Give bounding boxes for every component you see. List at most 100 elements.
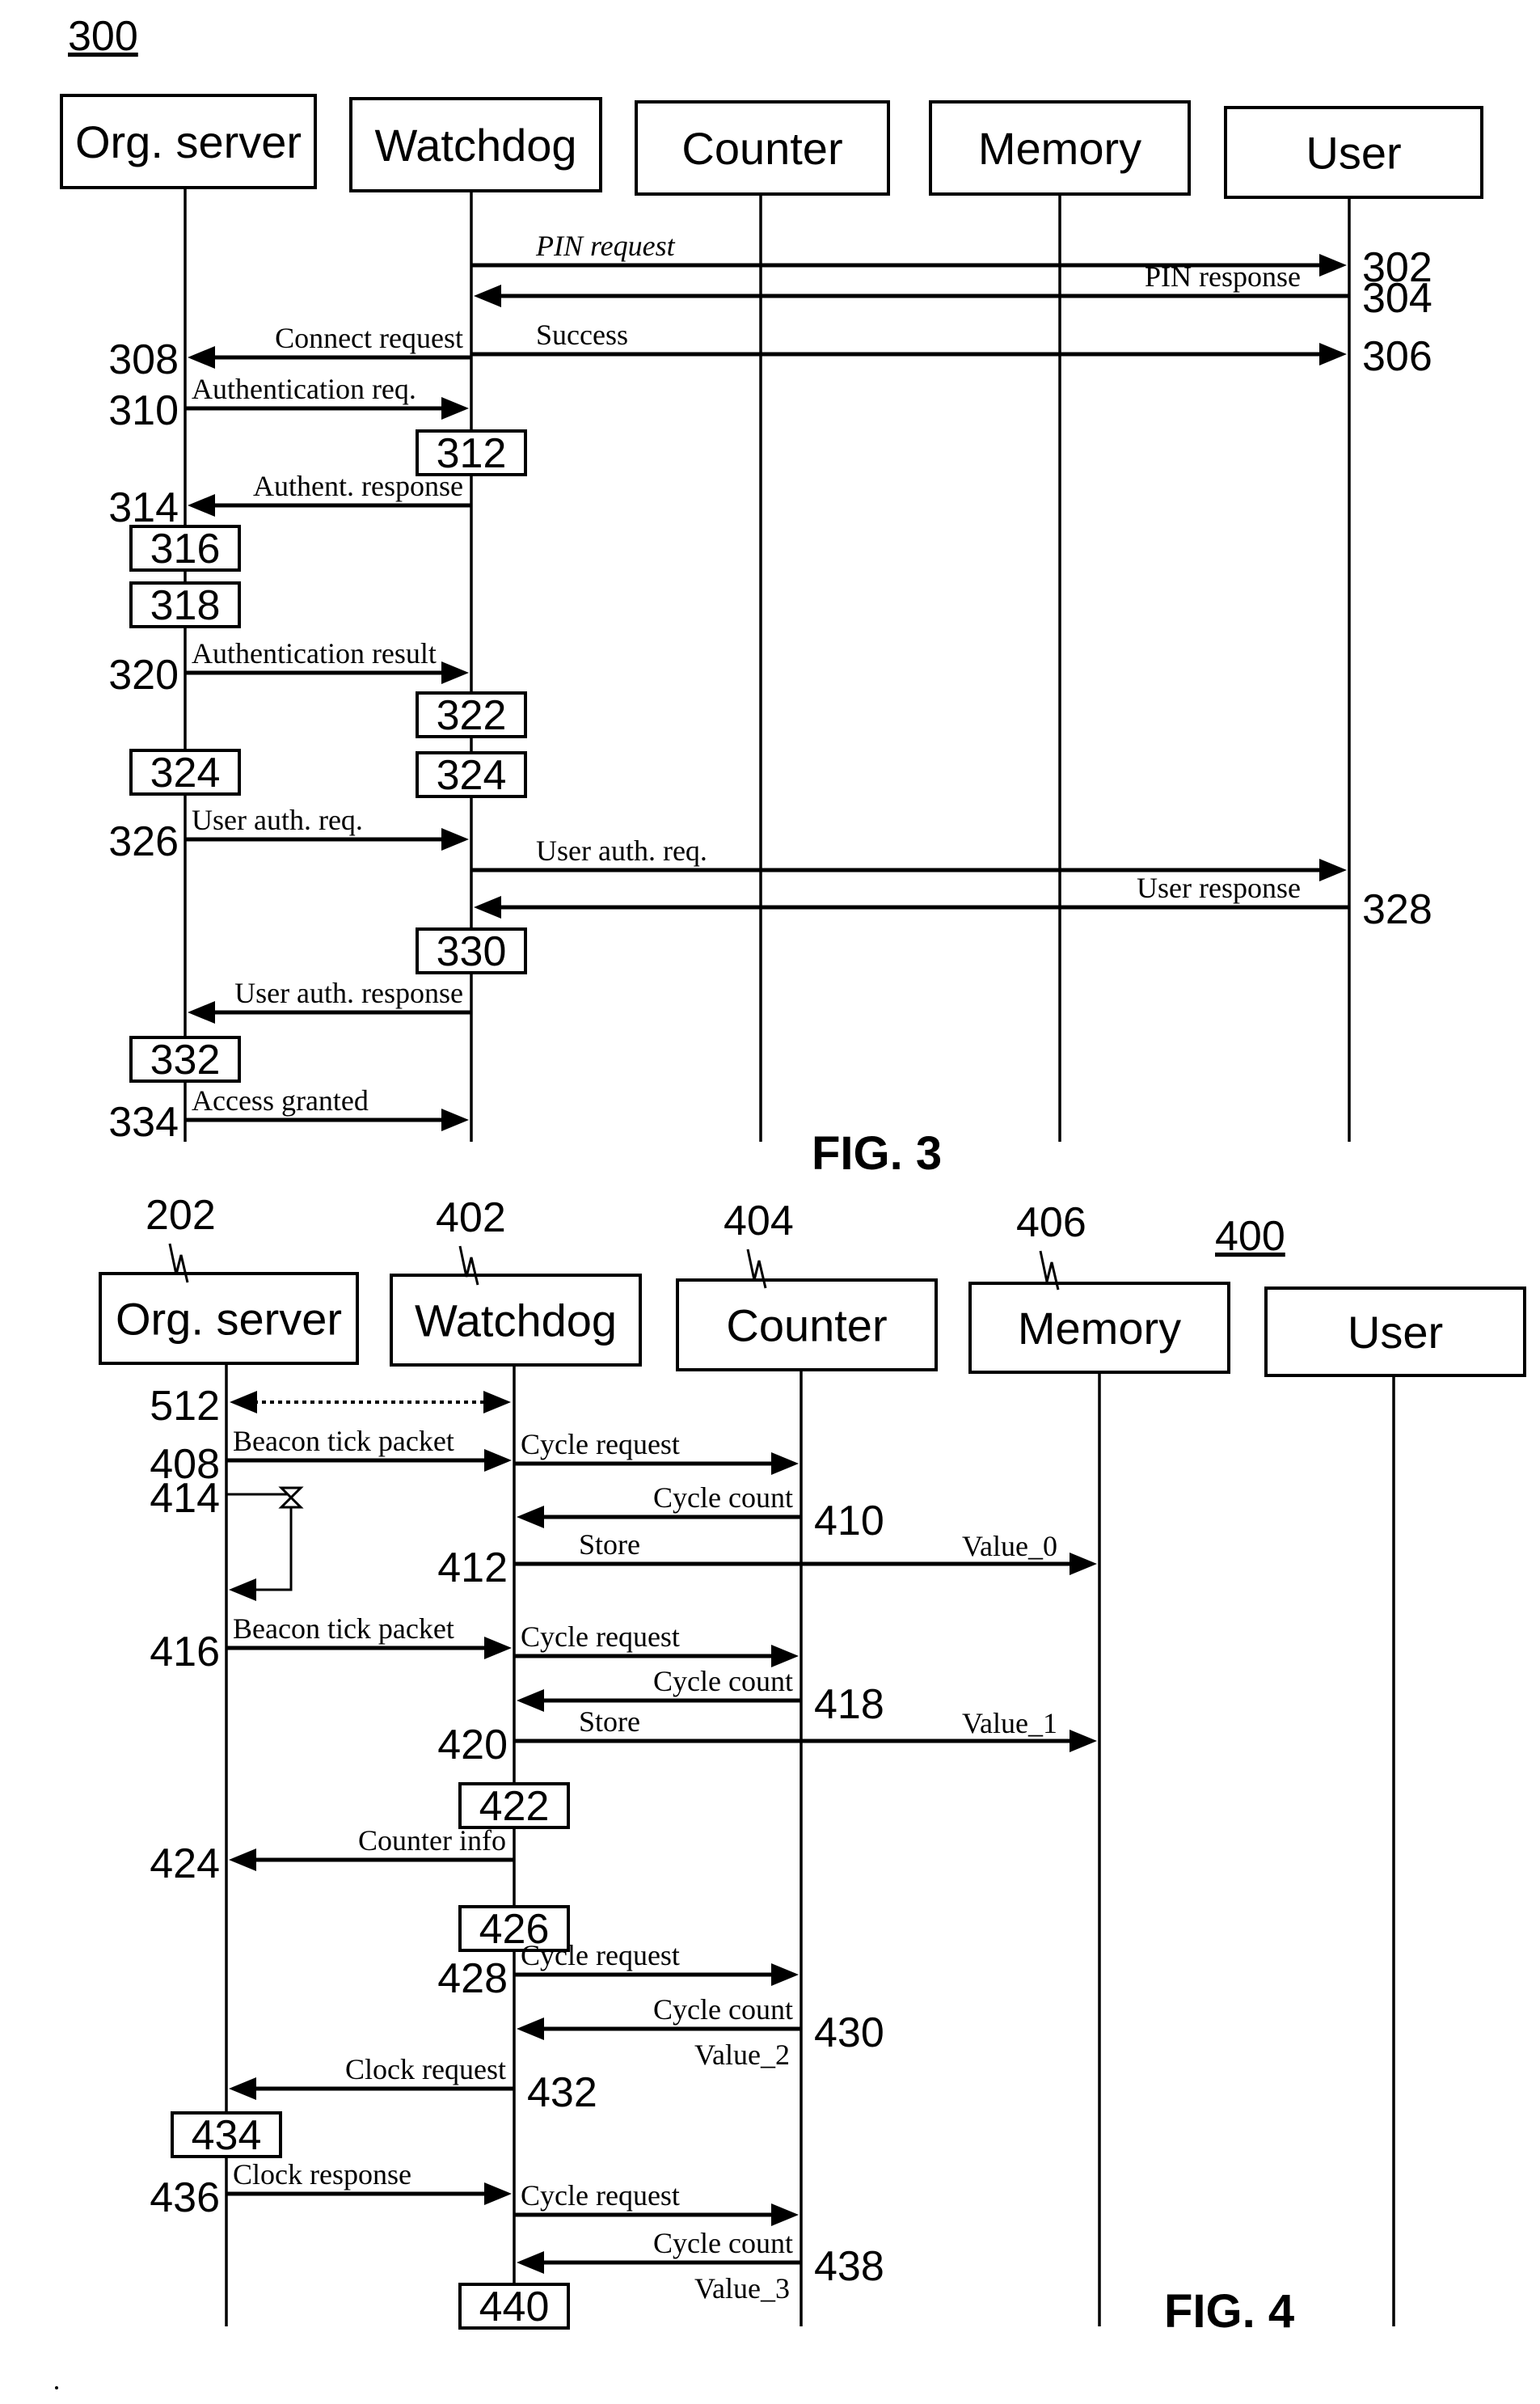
process-number: 322 — [437, 692, 507, 739]
arrowhead-left-icon — [229, 1848, 256, 1871]
arrowhead-right-icon — [771, 1645, 799, 1667]
step-process: 324 — [416, 751, 527, 799]
message-label: Store — [579, 1528, 640, 1561]
timer-hourglass-icon — [278, 1486, 304, 1509]
message-value-label: Value_2 — [694, 2039, 790, 2071]
process-number: 440 — [479, 2284, 550, 2330]
message-value-label: Value_0 — [962, 1530, 1057, 1562]
step-message: Store Value_0 412 — [437, 1528, 1097, 1591]
step-number: 320 — [108, 652, 179, 699]
figure-reference-number: 300 — [68, 13, 138, 60]
step-number: 304 — [1362, 275, 1432, 322]
step-process: 324 — [129, 749, 241, 796]
arrowhead-left-icon — [517, 1506, 544, 1528]
step-process: 440 — [458, 2283, 570, 2330]
step-message: Clock response 436 — [150, 2158, 512, 2221]
participant-label: Org. server — [116, 1294, 342, 1345]
participant-label: Memory — [1018, 1303, 1181, 1354]
step-message: Counter info 424 — [150, 1824, 514, 1887]
step-number: 432 — [527, 2069, 597, 2116]
step-process: 332 — [129, 1036, 241, 1084]
arrowhead-right-icon — [1319, 859, 1347, 881]
step-message: Cycle count 418 — [517, 1665, 884, 1728]
arrowhead-right-icon — [484, 1449, 512, 1472]
arrowhead-left-icon — [188, 346, 215, 369]
message-label: Store — [579, 1705, 640, 1738]
message-label: Cycle count — [653, 2227, 793, 2259]
participant-reference-number: 406 — [1016, 1199, 1086, 1246]
message-label: Connect request — [275, 322, 463, 354]
step-number: 424 — [150, 1840, 220, 1887]
arrowhead-right-icon — [484, 2182, 512, 2205]
step-number: 430 — [814, 2009, 884, 2056]
message-label: Authentication result — [192, 637, 437, 670]
message-label: Authentication req. — [192, 373, 416, 405]
step-message: Beacon tick packet 416 — [150, 1612, 512, 1675]
arrowhead-left-icon — [188, 494, 215, 517]
message-label: Clock response — [233, 2158, 411, 2191]
stray-dot — [55, 2386, 58, 2389]
process-number: 316 — [150, 526, 221, 572]
step-message: Authent. response 314 — [108, 470, 471, 531]
step-message: Store Value_1 420 — [437, 1705, 1097, 1768]
message-label: Access granted — [192, 1084, 369, 1117]
participant-label: Watchdog — [415, 1295, 617, 1346]
figure-reference-number: 400 — [1215, 1213, 1285, 1260]
message-label: Cycle request — [521, 1428, 680, 1460]
step-process: 316 — [129, 525, 241, 572]
arrowhead-right-icon — [771, 1452, 799, 1475]
arrowhead-left-icon — [188, 1001, 215, 1024]
message-value-label: Value_1 — [962, 1707, 1057, 1739]
arrowhead-left-icon — [474, 896, 501, 919]
step-number: 416 — [150, 1629, 220, 1675]
arrowhead-left-icon — [517, 1689, 544, 1712]
participant-user: User — [1264, 1286, 1526, 2326]
message-label: User response — [1137, 872, 1301, 904]
figure-3: 300 Org. server Watchdog Counter Memory User… — [60, 13, 1483, 1180]
arrowhead-left-icon — [517, 2251, 544, 2274]
message-label: Cycle count — [653, 1993, 793, 2026]
message-label: Cycle count — [653, 1665, 793, 1697]
step-process: 322 — [416, 691, 527, 739]
process-number: 330 — [437, 928, 507, 975]
step-process: 422 — [458, 1782, 570, 1830]
message-label: Success — [536, 319, 628, 351]
arrowhead-right-icon — [441, 661, 469, 684]
step-message: Clock request 432 — [229, 2053, 597, 2116]
arrowhead-right-icon — [483, 1391, 511, 1413]
step-message: Cycle count Value_3 438 — [517, 2227, 884, 2305]
step-message: PIN response 304 — [474, 260, 1432, 322]
arrowhead-right-icon — [771, 2203, 799, 2226]
arrowhead-left-icon — [517, 2017, 544, 2040]
message-label: Cycle request — [521, 1620, 680, 1653]
message-label: Cycle count — [653, 1481, 793, 1514]
step-number: 328 — [1362, 886, 1432, 933]
message-label: Clock request — [345, 2053, 506, 2085]
message-label: User auth. req. — [192, 804, 363, 836]
step-message: User auth. response — [188, 977, 471, 1024]
step-process: 434 — [171, 2111, 282, 2159]
participant-reference-number: 202 — [146, 1192, 216, 1239]
step-sync: 512 — [150, 1383, 511, 1430]
message-value-label: Value_3 — [694, 2272, 790, 2305]
message-label: PIN response — [1145, 260, 1301, 293]
participant-label: Org. server — [75, 116, 302, 167]
participant-reference-number: 404 — [724, 1198, 794, 1244]
step-message: Cycle request — [514, 2179, 799, 2226]
message-label: User auth. response — [234, 977, 463, 1009]
arrowhead-right-icon — [1319, 343, 1347, 365]
participant-label: Counter — [681, 123, 842, 174]
step-number: 436 — [150, 2174, 220, 2221]
participant-label: Memory — [978, 123, 1141, 174]
step-message: User auth. req. 326 — [108, 804, 469, 865]
process-number: 318 — [150, 582, 221, 629]
timeout-return-line — [251, 1507, 293, 1591]
step-number: 314 — [108, 484, 179, 531]
step-message: Cycle request — [514, 1620, 799, 1667]
process-number: 422 — [479, 1783, 550, 1830]
step-number: 310 — [108, 387, 179, 434]
step-message: Success 306 — [471, 319, 1432, 380]
arrowhead-left-icon — [474, 285, 501, 307]
participant-reference-number: 402 — [436, 1194, 506, 1241]
message-label: Cycle request — [521, 1939, 680, 1971]
